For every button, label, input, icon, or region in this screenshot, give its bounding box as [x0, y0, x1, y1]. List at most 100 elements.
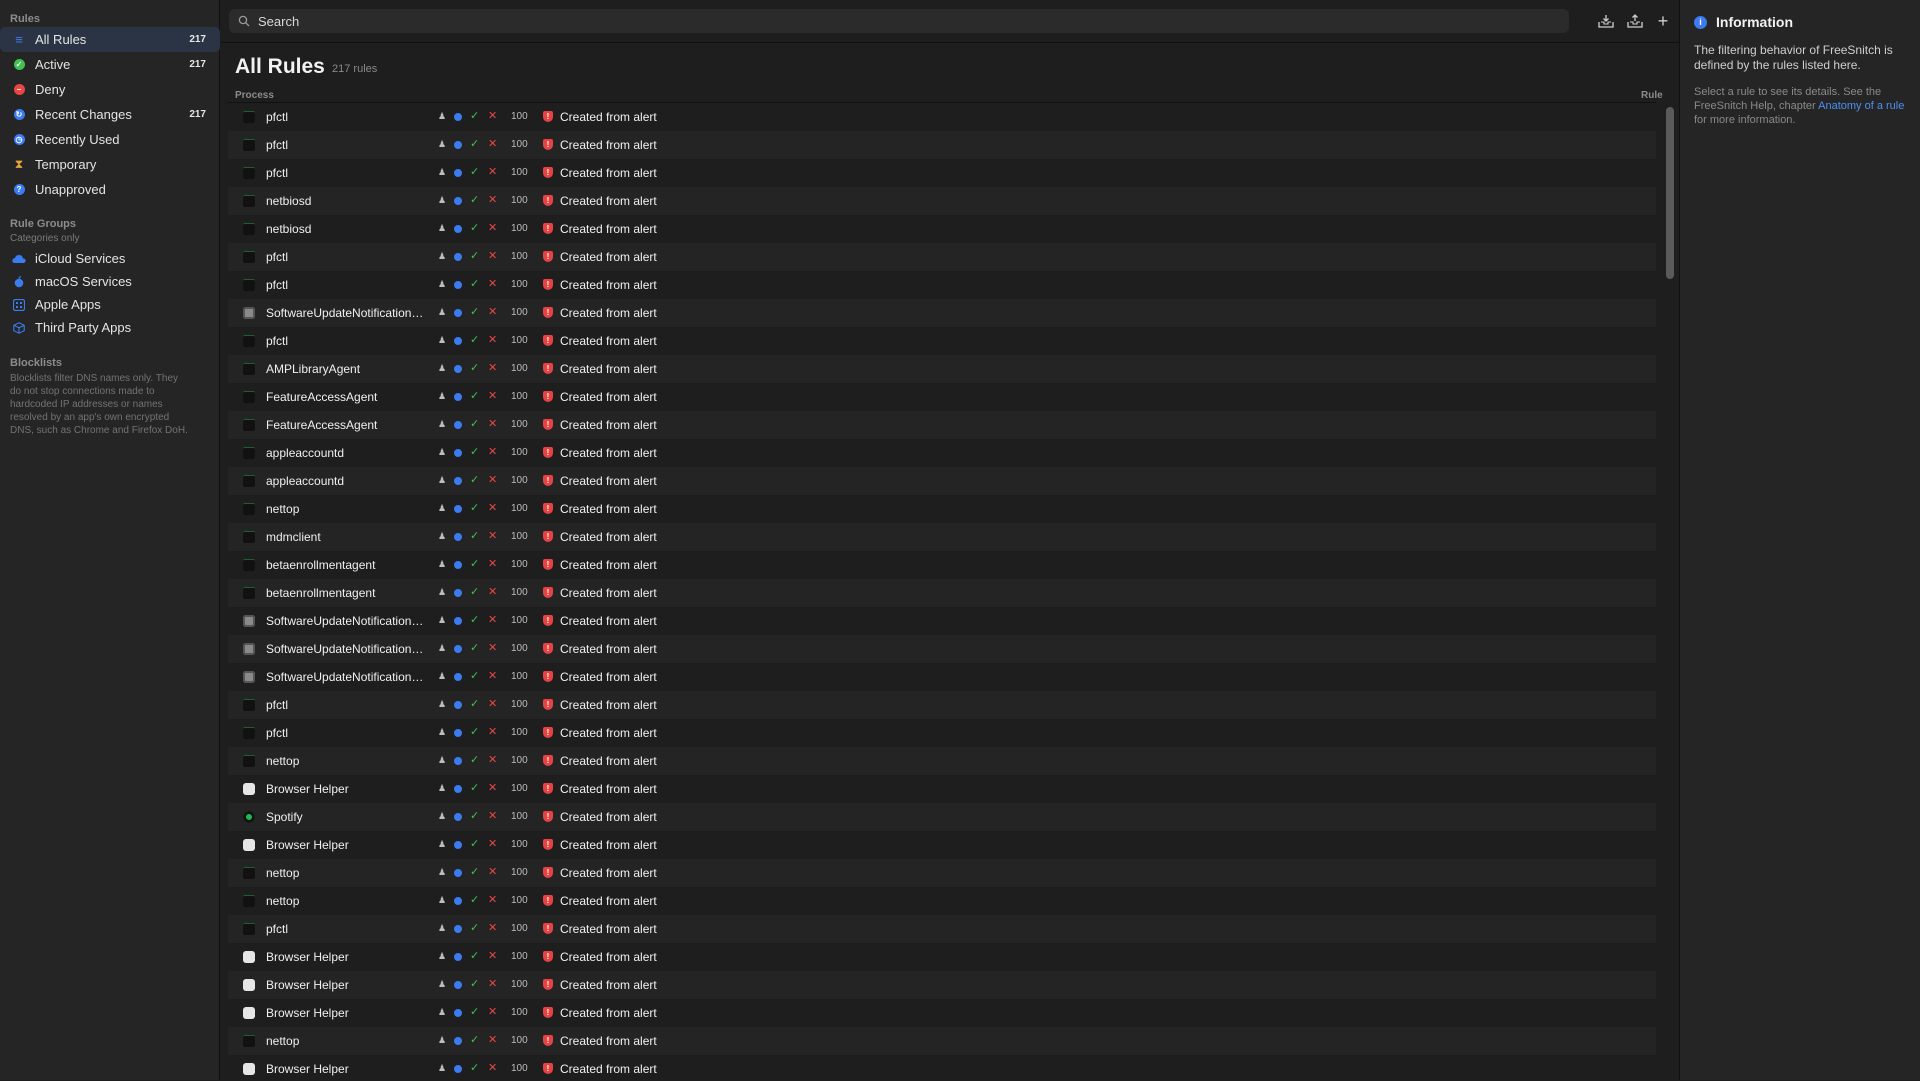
table-row[interactable]: Browser Helper ♟ ✓ ✕ 100! Created from alert — [228, 1055, 1656, 1081]
priority-value: 100 — [511, 559, 528, 570]
process-name: Browser Helper — [266, 978, 349, 992]
process-name: pfctl — [266, 334, 289, 348]
rule-note: Created from alert — [560, 362, 657, 376]
process-name: nettop — [266, 866, 300, 880]
sidebar-item-all-rules[interactable]: ≡ All Rules 217 — [0, 27, 220, 52]
sidebar-item-recently-used[interactable]: ◷ Recently Used — [0, 127, 220, 152]
column-header-rule[interactable]: Rule — [1641, 90, 1663, 101]
table-row[interactable]: SoftwareUpdateNotificationManager ♟ ✓ ✕ 100!… — [228, 663, 1656, 691]
scroll-thumb[interactable] — [1666, 107, 1674, 279]
table-row[interactable]: betaenrollmentagent ♟ ✓ ✕ 100! Created from a… — [228, 551, 1656, 579]
search-field[interactable] — [229, 9, 1569, 33]
table-row[interactable]: pfctl ♟ ✓ ✕ 100! Created from alert — [228, 327, 1656, 355]
table-row[interactable]: nettop ♟ ✓ ✕ 100! Created from alert — [228, 495, 1656, 523]
table-row[interactable]: Browser Helper ♟ ✓ ✕ 100! Created from alert — [228, 999, 1656, 1027]
add-rule-button[interactable]: + — [1654, 11, 1672, 31]
sidebar-group-apple-apps[interactable]: Apple Apps — [0, 293, 220, 316]
priority-value: 100 — [511, 811, 528, 822]
rules-section-title: Rules — [10, 13, 40, 25]
table-row[interactable]: pfctl ♟ ✓ ✕ 100! Created from alert — [228, 131, 1656, 159]
deny-shield-icon: ! — [543, 503, 553, 514]
allow-check-icon: ✓ — [470, 390, 480, 402]
allow-check-icon: ✓ — [470, 614, 480, 626]
allow-check-icon: ✓ — [470, 138, 480, 150]
table-row[interactable]: Browser Helper ♟ ✓ ✕ 100! Created from alert — [228, 943, 1656, 971]
status-dot-icon — [454, 477, 462, 485]
process-name: pfctl — [266, 698, 289, 712]
rule-note: Created from alert — [560, 586, 657, 600]
table-row[interactable]: Browser Helper ♟ ✓ ✕ 100! Created from alert — [228, 971, 1656, 999]
process-name: nettop — [266, 502, 300, 516]
table-row[interactable]: mdmclient ♟ ✓ ✕ 100! Created from alert — [228, 523, 1656, 551]
table-row[interactable]: Spotify ♟ ✓ ✕ 100! Created from alert — [228, 803, 1656, 831]
table-row[interactable]: pfctl ♟ ✓ ✕ 100! Created from alert — [228, 691, 1656, 719]
spotify-icon — [243, 811, 255, 823]
column-header-process[interactable]: Process — [235, 90, 274, 101]
table-row[interactable]: pfctl ♟ ✓ ✕ 100! Created from alert — [228, 243, 1656, 271]
table-row[interactable]: nettop ♟ ✓ ✕ 100! Created from alert — [228, 747, 1656, 775]
export-icon — [1627, 14, 1643, 28]
table-row[interactable]: AMPLibraryAgent ♟ ✓ ✕ 100! Created from alert — [228, 355, 1656, 383]
priority-value: 100 — [511, 335, 528, 346]
list-header: All Rules 217 rules Process Rule — [221, 43, 1679, 103]
rule-note: Created from alert — [560, 894, 657, 908]
sidebar-item-deny[interactable]: − Deny — [0, 77, 220, 102]
allow-check-icon: ✓ — [470, 166, 480, 178]
table-row[interactable]: pfctl ♟ ✓ ✕ 100! Created from alert — [228, 719, 1656, 747]
table-row[interactable]: betaenrollmentagent ♟ ✓ ✕ 100! Created from a… — [228, 579, 1656, 607]
sidebar-item-recent-changes[interactable]: ↻ Recent Changes 217 — [0, 102, 220, 127]
user-icon: ♟ — [438, 671, 447, 681]
table-row[interactable]: FeatureAccessAgent ♟ ✓ ✕ 100! Created from al… — [228, 383, 1656, 411]
deny-x-icon: ✕ — [488, 362, 498, 374]
table-row[interactable]: pfctl ♟ ✓ ✕ 100! Created from alert — [228, 915, 1656, 943]
table-row[interactable]: SoftwareUpdateNotificationManager ♟ ✓ ✕ 100!… — [228, 299, 1656, 327]
rule-note: Created from alert — [560, 222, 657, 236]
scrollbar[interactable] — [1665, 106, 1675, 1076]
table-row[interactable]: FeatureAccessAgent ♟ ✓ ✕ 100! Created from al… — [228, 411, 1656, 439]
deny-x-icon: ✕ — [488, 446, 498, 458]
table-row[interactable]: SoftwareUpdateNotificationManager ♟ ✓ ✕ 100!… — [228, 635, 1656, 663]
table-row[interactable]: nettop ♟ ✓ ✕ 100! Created from alert — [228, 887, 1656, 915]
terminal-icon — [243, 503, 255, 515]
sidebar-group-third-party-apps[interactable]: Third Party Apps — [0, 316, 220, 339]
sidebar-item-active[interactable]: ✓ Active 217 — [0, 52, 220, 77]
user-icon: ♟ — [438, 643, 447, 653]
priority-value: 100 — [511, 1035, 528, 1046]
table-row[interactable]: SoftwareUpdateNotificationManager ♟ ✓ ✕ 100!… — [228, 607, 1656, 635]
deny-shield-icon: ! — [543, 587, 553, 598]
import-button[interactable] — [1597, 12, 1615, 30]
table-row[interactable]: appleaccountd ♟ ✓ ✕ 100! Created from alert — [228, 439, 1656, 467]
status-dot-icon — [454, 701, 462, 709]
table-row[interactable]: Browser Helper ♟ ✓ ✕ 100! Created from alert — [228, 775, 1656, 803]
table-row[interactable]: nettop ♟ ✓ ✕ 100! Created from alert — [228, 1027, 1656, 1055]
table-row[interactable]: netbiosd ♟ ✓ ✕ 100! Created from alert — [228, 215, 1656, 243]
deny-shield-icon: ! — [543, 335, 553, 346]
priority-value: 100 — [511, 363, 528, 374]
search-input[interactable] — [256, 12, 1560, 30]
deny-x-icon: ✕ — [488, 278, 498, 290]
table-row[interactable]: appleaccountd ♟ ✓ ✕ 100! Created from alert — [228, 467, 1656, 495]
sidebar-group-macos-services[interactable]: macOS Services — [0, 270, 220, 293]
export-button[interactable] — [1626, 12, 1644, 30]
priority-value: 100 — [511, 531, 528, 542]
terminal-icon — [243, 867, 255, 879]
table-row[interactable]: Browser Helper ♟ ✓ ✕ 100! Created from alert — [228, 831, 1656, 859]
table-row[interactable]: nettop ♟ ✓ ✕ 100! Created from alert — [228, 859, 1656, 887]
table-row[interactable]: pfctl ♟ ✓ ✕ 100! Created from alert — [228, 159, 1656, 187]
user-icon: ♟ — [438, 475, 447, 485]
table-row[interactable]: pfctl ♟ ✓ ✕ 100! Created from alert — [228, 271, 1656, 299]
anatomy-of-a-rule-link[interactable]: Anatomy of a rule — [1818, 100, 1904, 112]
sidebar-item-unapproved[interactable]: ? Unapproved — [0, 177, 220, 202]
sidebar-group-icloud-services[interactable]: iCloud Services — [0, 247, 220, 270]
browser-helper-icon — [243, 1007, 255, 1019]
table-row[interactable]: pfctl ♟ ✓ ✕ 100! Created from alert — [228, 103, 1656, 131]
deny-x-icon: ✕ — [488, 810, 498, 822]
sidebar-group-label: macOS Services — [35, 274, 132, 289]
status-dot-icon — [454, 645, 462, 653]
deny-shield-icon: ! — [543, 895, 553, 906]
sidebar-item-temporary[interactable]: ⧗ Temporary — [0, 152, 220, 177]
priority-value: 100 — [511, 195, 528, 206]
status-dot-icon — [454, 897, 462, 905]
table-row[interactable]: netbiosd ♟ ✓ ✕ 100! Created from alert — [228, 187, 1656, 215]
import-icon — [1598, 15, 1614, 28]
